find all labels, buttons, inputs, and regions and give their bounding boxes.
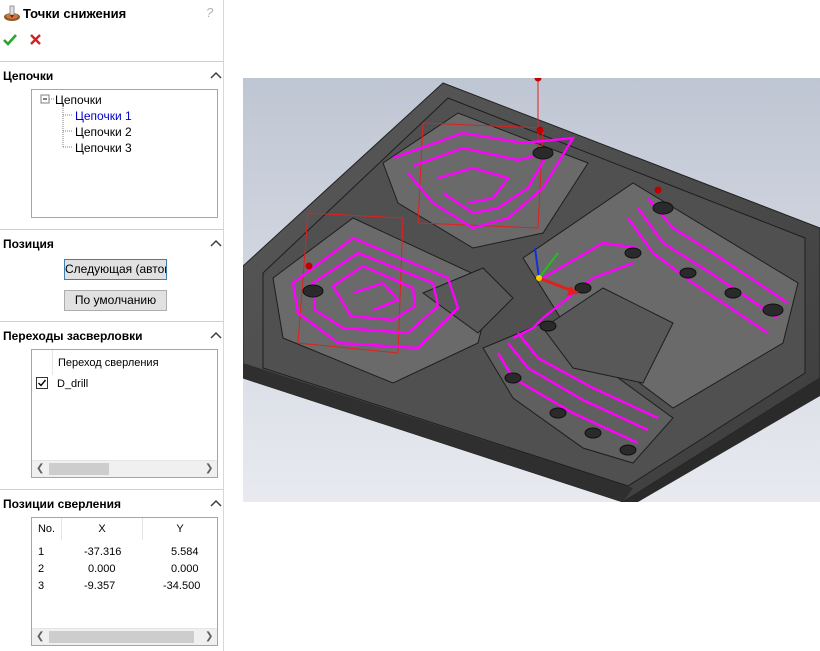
position-section-header[interactable]: Позиция bbox=[0, 234, 224, 254]
divider bbox=[0, 229, 224, 230]
list-column-header[interactable]: Переход сверления bbox=[58, 357, 159, 369]
horizontal-scrollbar[interactable]: ❮ ❯ bbox=[32, 460, 217, 477]
tree-item-chain-2[interactable]: Цепочки 2 bbox=[75, 125, 132, 139]
x-value: -37.316 bbox=[84, 546, 122, 558]
scroll-left-icon[interactable]: ❮ bbox=[36, 463, 46, 474]
scrollbar-thumb[interactable] bbox=[49, 631, 194, 643]
column-header-x[interactable]: X bbox=[62, 518, 143, 540]
chevron-up-icon[interactable] bbox=[210, 238, 222, 248]
chains-tree: Цепочки Цепочки 1 Цепочки 2 Цепочки 3 bbox=[31, 89, 218, 218]
chevron-up-icon[interactable] bbox=[210, 70, 222, 80]
x-value: -9.357 bbox=[84, 580, 116, 592]
tree-item-chain-3[interactable]: Цепочки 3 bbox=[75, 141, 132, 155]
scroll-right-icon[interactable]: ❯ bbox=[205, 463, 215, 474]
y-value: -34.500 bbox=[163, 580, 201, 592]
list-header-spacer bbox=[32, 350, 53, 375]
cad-viewport[interactable] bbox=[243, 78, 820, 502]
plunge-points-icon bbox=[4, 5, 20, 21]
list-item[interactable]: D_drill bbox=[57, 378, 88, 390]
y-value: 0.000 bbox=[171, 563, 199, 575]
divider bbox=[0, 489, 224, 490]
tree-item-chain-1[interactable]: Цепочки 1 bbox=[75, 109, 132, 123]
default-button[interactable]: По умолчанию bbox=[64, 290, 167, 311]
horizontal-scrollbar[interactable]: ❮ ❯ bbox=[32, 628, 217, 645]
ok-check-icon[interactable] bbox=[2, 30, 18, 50]
drill-positions-section-header[interactable]: Позиции сверления bbox=[0, 494, 224, 514]
panel-titlebar: Точки снижения ? bbox=[0, 0, 224, 28]
d-drill-checkbox[interactable] bbox=[36, 377, 48, 389]
drill-transitions-list: Переход сверления D_drill ❮ ❯ bbox=[31, 349, 218, 478]
tree-root[interactable]: Цепочки bbox=[55, 93, 102, 107]
scroll-left-icon[interactable]: ❮ bbox=[36, 631, 46, 642]
drill-transitions-section-title: Переходы засверловки bbox=[3, 329, 143, 343]
drill-positions-table: No. X Y 1 -37.316 5.584 2 0.000 0.000 3 … bbox=[31, 517, 218, 646]
scrollbar-thumb[interactable] bbox=[49, 463, 109, 475]
chevron-up-icon[interactable] bbox=[210, 498, 222, 508]
y-value: 5.584 bbox=[171, 546, 199, 558]
chains-section-title: Цепочки bbox=[3, 69, 54, 83]
drill-transitions-section-header[interactable]: Переходы засверловки bbox=[0, 326, 224, 346]
column-header-y[interactable]: Y bbox=[143, 518, 217, 540]
help-icon[interactable]: ? bbox=[206, 5, 213, 20]
divider bbox=[0, 61, 224, 62]
scroll-right-icon[interactable]: ❯ bbox=[205, 631, 215, 642]
cad-model-render[interactable] bbox=[243, 78, 820, 502]
next-auto-button[interactable]: Следующая (автом.) bbox=[64, 259, 167, 280]
cancel-x-icon[interactable] bbox=[28, 30, 44, 50]
row-number: 1 bbox=[38, 546, 45, 558]
chevron-up-icon[interactable] bbox=[210, 330, 222, 340]
column-header-no[interactable]: No. bbox=[32, 518, 62, 540]
x-value: 0.000 bbox=[88, 563, 116, 575]
row-number: 2 bbox=[38, 563, 45, 575]
property-panel: Точки снижения ? Цепочки Цепочки Цепочки… bbox=[0, 0, 224, 651]
chains-section-header[interactable]: Цепочки bbox=[0, 66, 224, 86]
panel-title: Точки снижения bbox=[23, 6, 127, 21]
divider bbox=[0, 321, 224, 322]
row-number: 3 bbox=[38, 580, 45, 592]
position-section-title: Позиция bbox=[3, 237, 54, 251]
check-icon bbox=[38, 379, 47, 387]
drill-positions-section-title: Позиции сверления bbox=[3, 497, 121, 511]
